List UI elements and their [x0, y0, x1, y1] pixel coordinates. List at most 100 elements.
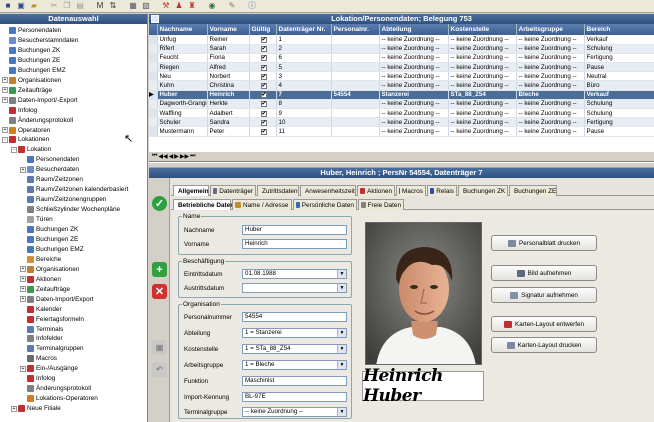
tree-item[interactable]: + Zeitaufträge [2, 86, 52, 95]
filter-icon[interactable]: M [94, 1, 106, 12]
abteilung-select[interactable]: 1 = Stanzerei ▼ [242, 328, 347, 338]
tree-item[interactable]: Bereiche [20, 255, 61, 264]
tree-item[interactable]: Terminalgruppen [20, 344, 84, 353]
tab-macros[interactable]: Macros [396, 185, 426, 196]
expand-toggle-icon[interactable]: + [11, 405, 17, 412]
tab-aktionen[interactable]: Aktionen [357, 185, 395, 196]
row-indicator[interactable] [149, 53, 158, 64]
next-record-icon[interactable]: ▶ [174, 153, 179, 160]
expand-toggle-icon[interactable]: + [20, 296, 26, 303]
print-icon[interactable]: ▦ [127, 1, 139, 12]
tree-item[interactable]: + Aktionen [20, 275, 61, 284]
first-record-icon[interactable]: ⏮ [152, 153, 157, 160]
valid-checkbox[interactable]: ✔ [260, 92, 267, 99]
row-indicator[interactable] [149, 99, 158, 110]
tree-item[interactable]: Buchungen ZE [20, 235, 78, 244]
terminalgruppe-select[interactable]: -- keine Zuordnung -- ▼ [242, 407, 347, 417]
subtab-freie-daten[interactable]: Freie Daten [358, 199, 404, 210]
tree-item[interactable]: Besucherstamndaten [2, 36, 78, 45]
tree-item[interactable]: + Besucherdaten [20, 165, 79, 174]
valid-checkbox[interactable]: ✔ [260, 64, 267, 71]
sort-icon[interactable]: ⇅ [107, 1, 119, 12]
add-record-button[interactable]: + [152, 262, 167, 277]
copy-icon[interactable]: ❐ [61, 1, 73, 12]
column-header[interactable]: Abteilung [379, 24, 449, 35]
tree-item[interactable]: Buchungen ZK [2, 46, 60, 55]
table-row[interactable]: Mustermann Peter ✔ 11 -- keine Zuordnung -- -… [149, 126, 654, 137]
next-page-icon[interactable]: ▶▶ [180, 153, 189, 160]
expand-toggle-icon[interactable]: + [2, 87, 8, 94]
print-personnel-sheet-button[interactable]: Personalblatt drucken [491, 235, 597, 251]
tree-item[interactable]: Macros [20, 354, 57, 363]
valid-checkbox[interactable]: ✔ [260, 46, 267, 53]
tab-buchungen-ze[interactable]: Buchungen ZE [509, 185, 557, 196]
tree-item[interactable]: + Ein-/Ausgänge [20, 364, 78, 373]
save-all-icon[interactable]: ▣ [15, 1, 27, 12]
row-indicator[interactable] [149, 71, 158, 82]
tree-item[interactable]: Feiertagsformeln [20, 315, 84, 324]
tree-item[interactable]: Raum/Zeitzonengruppen [20, 195, 106, 204]
austrittsdatum-field[interactable]: ▼ [242, 283, 347, 293]
cut-icon[interactable]: ✂ [48, 1, 60, 12]
last-record-icon[interactable]: ⏭ [190, 153, 195, 160]
prev-page-icon[interactable]: ◀◀ [158, 153, 167, 160]
column-header[interactable]: Personalnr. [331, 24, 380, 35]
table-row[interactable]: Waffling Adalbert ✔ 9 -- keine Zuordnung -- -… [149, 108, 654, 119]
valid-checkbox[interactable]: ✔ [260, 55, 267, 62]
row-indicator[interactable] [149, 80, 158, 91]
tab-anwesenheitszeit[interactable]: Anwesenheitszeit [300, 185, 356, 196]
delete-record-button[interactable]: ✕ [152, 284, 167, 299]
tree-item[interactable]: Buchungen ZK [20, 225, 78, 234]
valid-checkbox[interactable]: ✔ [260, 110, 267, 117]
personalnummer-field[interactable]: 54554 [242, 312, 347, 322]
tree-item[interactable]: Personendaten [2, 26, 61, 35]
confirm-button[interactable]: ✓ [152, 196, 167, 211]
tree-item[interactable]: Infofelder [20, 334, 63, 343]
valid-checkbox[interactable]: ✔ [260, 73, 267, 80]
chevron-down-icon[interactable]: ▼ [337, 270, 346, 278]
tree-item[interactable]: + Organisationen [20, 265, 79, 274]
tree-item[interactable]: + Neue Filiale [11, 404, 61, 413]
tree-item[interactable]: Infolog [20, 374, 55, 383]
info-icon[interactable]: ⓘ [246, 1, 258, 12]
column-header[interactable]: Arbeitsgruppe [516, 24, 585, 35]
capture-photo-button[interactable]: Bild aufnehmen [491, 265, 597, 281]
capture-signature-button[interactable]: Signatur aufnehmen [491, 287, 597, 303]
column-header[interactable]: Kostenstelle [448, 24, 517, 35]
tree-item[interactable]: + Daten-Import/Export [20, 295, 94, 304]
tree-item[interactable]: Türen [20, 215, 53, 224]
tree-item[interactable]: + Operatoren [2, 126, 50, 135]
table-row[interactable]: ▶ Huber Heinrich ✔ 7 54554 Stanzerei STa_88_Z54… [149, 90, 654, 100]
tree-item[interactable]: Kalender [20, 305, 62, 314]
expand-toggle-icon[interactable]: + [20, 365, 26, 372]
chevron-down-icon[interactable]: ▼ [337, 408, 346, 416]
table-row[interactable]: Schuler Sandra ✔ 10 -- keine Zuordnung -- -- … [149, 117, 654, 128]
design-card-layout-button[interactable]: Karten-Layout entwerfen [491, 316, 597, 332]
table-row[interactable]: Kuhn Christina ✔ 4 -- keine Zuordnung -- -- k… [149, 80, 654, 91]
funktion-field[interactable]: Maschinist [242, 376, 347, 386]
chevron-down-icon[interactable]: ▼ [337, 284, 346, 292]
tree-item[interactable]: Buchungen EMZ [2, 66, 66, 75]
tab-buchungen-zk[interactable]: Buchungen ZK [458, 185, 508, 196]
table-row[interactable]: Rifert Sarah ✔ 2 -- keine Zuordnung -- -- kei… [149, 44, 654, 54]
table-row[interactable]: Unfug Reiner ✔ 1 -- keine Zuordnung -- -- kei… [149, 35, 654, 45]
valid-checkbox[interactable]: ✔ [260, 128, 267, 135]
tree-item[interactable]: Raum/Zeitzonen [20, 175, 83, 184]
table-row[interactable]: Feucht Fiona ✔ 6 -- keine Zuordnung -- -- kei… [149, 53, 654, 64]
row-indicator[interactable] [149, 62, 158, 73]
column-header[interactable]: Vorname [207, 24, 250, 35]
globe-icon[interactable]: ◉ [206, 1, 218, 12]
subtab-betriebliche-daten[interactable]: Betriebliche Daten [173, 199, 234, 210]
valid-checkbox[interactable]: ✔ [260, 119, 267, 126]
row-indicator[interactable] [149, 35, 158, 45]
tree-item[interactable]: + Zeitaufträge [20, 285, 70, 294]
user-icon[interactable]: ♟ [173, 1, 185, 12]
save-icon[interactable]: ■ [2, 1, 14, 12]
print-card-layout-button[interactable]: Karten-Layout drucken [491, 337, 597, 353]
row-indicator[interactable] [149, 44, 158, 54]
tree-item[interactable]: - Lokation [11, 145, 51, 154]
tools-icon[interactable]: ⚒ [160, 1, 172, 12]
expand-toggle-icon[interactable]: + [2, 97, 8, 104]
tree-item[interactable]: Änderungsprotokoll [20, 384, 91, 393]
tree-item[interactable]: Raum/Zeitzonen kalenderbasiert [20, 185, 128, 194]
